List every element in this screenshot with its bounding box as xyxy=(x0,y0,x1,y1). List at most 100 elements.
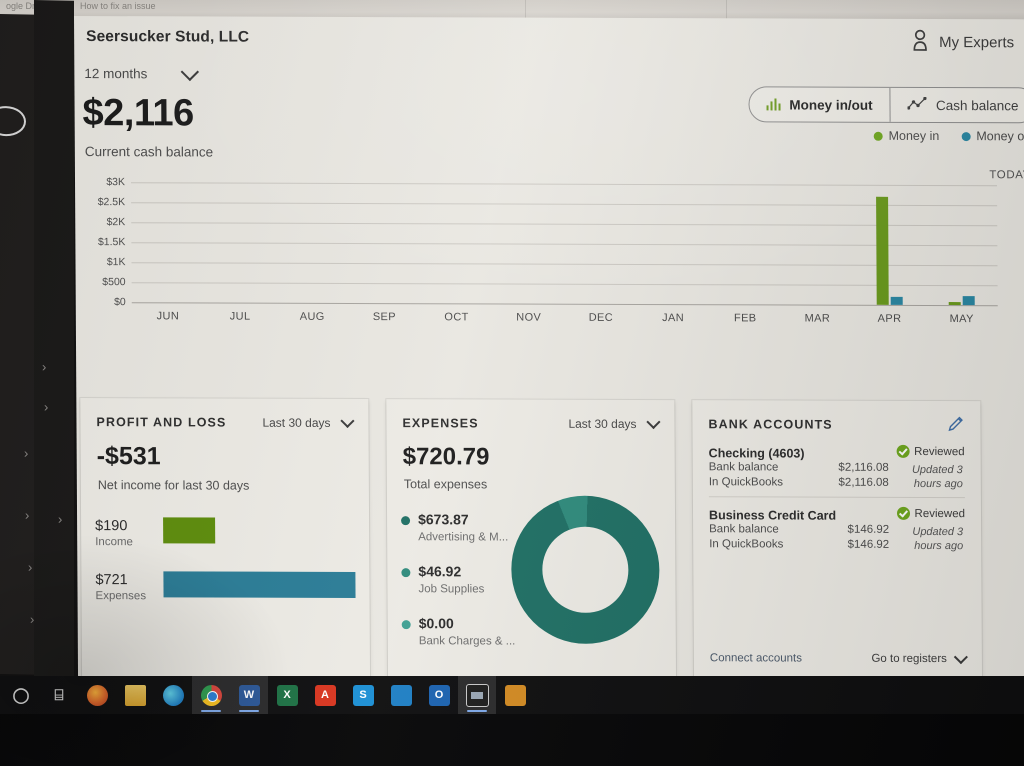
divider xyxy=(708,496,965,499)
expense-legend-item[interactable]: $673.87 Advertising & M... xyxy=(401,511,509,544)
pencil-icon[interactable] xyxy=(947,415,964,437)
taskbar-outlook[interactable]: O xyxy=(420,676,458,714)
x-tick-label: JAN xyxy=(662,312,685,325)
word-icon: W xyxy=(238,684,260,706)
tab-cash-balance[interactable]: Cash balance xyxy=(891,88,1024,123)
legend-money-in-label: Money in xyxy=(888,128,940,144)
period-label: 12 months xyxy=(84,66,148,82)
pnl-net-income: -$531 xyxy=(96,442,161,471)
expenses-card: EXPENSES Last 30 days $720.79 Total expe… xyxy=(386,399,677,679)
chart-bar[interactable] xyxy=(890,297,903,305)
nav-chevron-icon[interactable]: › xyxy=(24,445,28,460)
outlook-icon: O xyxy=(428,684,450,706)
chart-plot-area xyxy=(131,182,998,307)
task-view-icon: ⌸ xyxy=(54,686,64,704)
expenses-title: EXPENSES xyxy=(402,416,479,431)
period-select[interactable]: 12 months xyxy=(84,62,200,82)
photos-icon xyxy=(465,683,489,707)
nav-chevron-icon[interactable]: › xyxy=(28,560,32,575)
nav-chevron-icon[interactable]: › xyxy=(58,511,62,526)
collapsed-nav-rail[interactable]: › › › › xyxy=(0,14,34,675)
pnl-expenses-value: $721 xyxy=(95,572,128,589)
quickbooks-dashboard: Seersucker Stud, LLC My Experts 12 month… xyxy=(74,16,1024,682)
taskbar-edge[interactable] xyxy=(154,676,192,714)
bank-row-label: In QuickBooks xyxy=(708,476,784,489)
x-tick-label: DEC xyxy=(588,311,614,324)
cash-flow-chart: $0 $500 $1K $1.5K $2K $2.5K $3K JUN JUL AUG SEP OC… xyxy=(75,176,1006,375)
firefox-icon xyxy=(86,684,108,706)
windows-taskbar: ◯ ⌸ W X A S O xyxy=(0,676,1024,714)
cash-balance-amount: $2,116 xyxy=(82,92,194,135)
nav-chevron-icon[interactable]: › xyxy=(42,359,46,374)
bank-account[interactable]: Business Credit Card Reviewed Bank balance… xyxy=(709,506,965,553)
pnl-range-select[interactable]: Last 30 days xyxy=(262,413,355,430)
bank-accounts-list: Checking (4603) Reviewed Bank balance $2,11… xyxy=(692,400,980,552)
expenses-subtitle: Total expenses xyxy=(403,477,488,492)
taskbar-cortana[interactable]: ◯ xyxy=(2,676,40,714)
expense-legend-dot xyxy=(401,516,411,526)
taskbar-active-indicator xyxy=(467,710,487,712)
taskbar-task-view[interactable]: ⌸ xyxy=(40,676,78,714)
bank-updated-text: Updated 3 hours ago xyxy=(912,525,964,553)
chart-gridline xyxy=(131,222,998,227)
pnl-range-label: Last 30 days xyxy=(262,415,331,430)
chart-type-toggle: Money in/out Cash balance xyxy=(748,86,1024,124)
go-to-registers-button[interactable]: Go to registers xyxy=(871,649,968,665)
nav-chevron-icon[interactable]: › xyxy=(44,399,48,414)
bank-row-label: In QuickBooks xyxy=(709,538,784,551)
expenses-legend: $673.87 Advertising & M... $46.92 Job Suppl… xyxy=(386,399,674,648)
connect-accounts-link[interactable]: Connect accounts xyxy=(710,652,802,664)
taskbar-acrobat[interactable]: A xyxy=(306,676,344,714)
expenses-donut-chart xyxy=(510,495,660,645)
bank-account[interactable]: Checking (4603) Reviewed Bank balance $2,11… xyxy=(709,444,965,491)
chart-gridline xyxy=(131,242,998,247)
pnl-subtitle: Net income for last 30 days xyxy=(97,478,250,493)
expense-amount: $0.00 xyxy=(418,615,454,632)
taskbar-orange-app[interactable] xyxy=(496,676,534,714)
taskbar-blue-app[interactable] xyxy=(382,676,420,714)
pnl-title: PROFIT AND LOSS xyxy=(96,415,227,430)
chart-bar[interactable] xyxy=(875,196,889,305)
app-icon xyxy=(390,684,412,706)
expense-amount: $46.92 xyxy=(418,563,462,580)
chart-bar[interactable] xyxy=(962,295,975,306)
my-experts-label: My Experts xyxy=(939,34,1015,52)
taskbar-chrome[interactable] xyxy=(192,676,230,714)
browser-tab-right[interactable]: How to fix an issue xyxy=(80,1,156,11)
x-tick-label: MAY xyxy=(949,313,974,326)
taskbar-photos[interactable] xyxy=(458,676,496,714)
expense-legend-dot xyxy=(401,568,411,578)
pnl-income-row: $190 Income xyxy=(95,518,133,548)
x-tick-label: MAR xyxy=(804,312,831,325)
taskbar-word[interactable]: W xyxy=(230,676,268,714)
pnl-expenses-bar xyxy=(163,571,356,598)
taskbar-excel[interactable]: X xyxy=(268,676,306,714)
excel-icon: X xyxy=(276,684,298,706)
expense-legend-item[interactable]: $0.00 Bank Charges & ... xyxy=(401,615,516,648)
taskbar-skype[interactable]: S xyxy=(344,676,382,714)
x-tick-label: JUN xyxy=(156,310,180,323)
bank-accounts-card: BANK ACCOUNTS Checking (4603) Reviewed Ban… xyxy=(692,400,983,680)
chart-bar[interactable] xyxy=(948,302,961,306)
expenses-range-select[interactable]: Last 30 days xyxy=(568,414,661,431)
taskbar-firefox[interactable] xyxy=(78,676,116,714)
my-experts-button[interactable]: My Experts xyxy=(910,29,1014,56)
chevron-down-icon xyxy=(340,413,355,428)
tab-money-in-out[interactable]: Money in/out xyxy=(749,87,890,121)
taskbar-file-explorer[interactable] xyxy=(116,676,154,714)
x-tick-label: SEP xyxy=(372,311,397,324)
y-tick-label: $500 xyxy=(102,276,126,289)
bank-account-name: Checking (4603) xyxy=(708,446,805,461)
y-tick-label: $2K xyxy=(106,216,126,229)
expense-category: Job Supplies xyxy=(418,583,485,596)
app-icon xyxy=(504,684,526,706)
chart-axis-line xyxy=(131,302,998,307)
pnl-income-bar xyxy=(163,517,216,544)
x-tick-label: FEB xyxy=(733,312,757,325)
nav-chevron-icon[interactable]: › xyxy=(25,507,29,522)
y-tick-label: $3K xyxy=(106,176,126,189)
expense-category: Bank Charges & ... xyxy=(418,635,516,648)
expense-legend-item[interactable]: $46.92 Job Supplies xyxy=(401,563,484,595)
expense-category: Advertising & M... xyxy=(418,531,509,544)
x-tick-label: JUL xyxy=(229,310,251,323)
